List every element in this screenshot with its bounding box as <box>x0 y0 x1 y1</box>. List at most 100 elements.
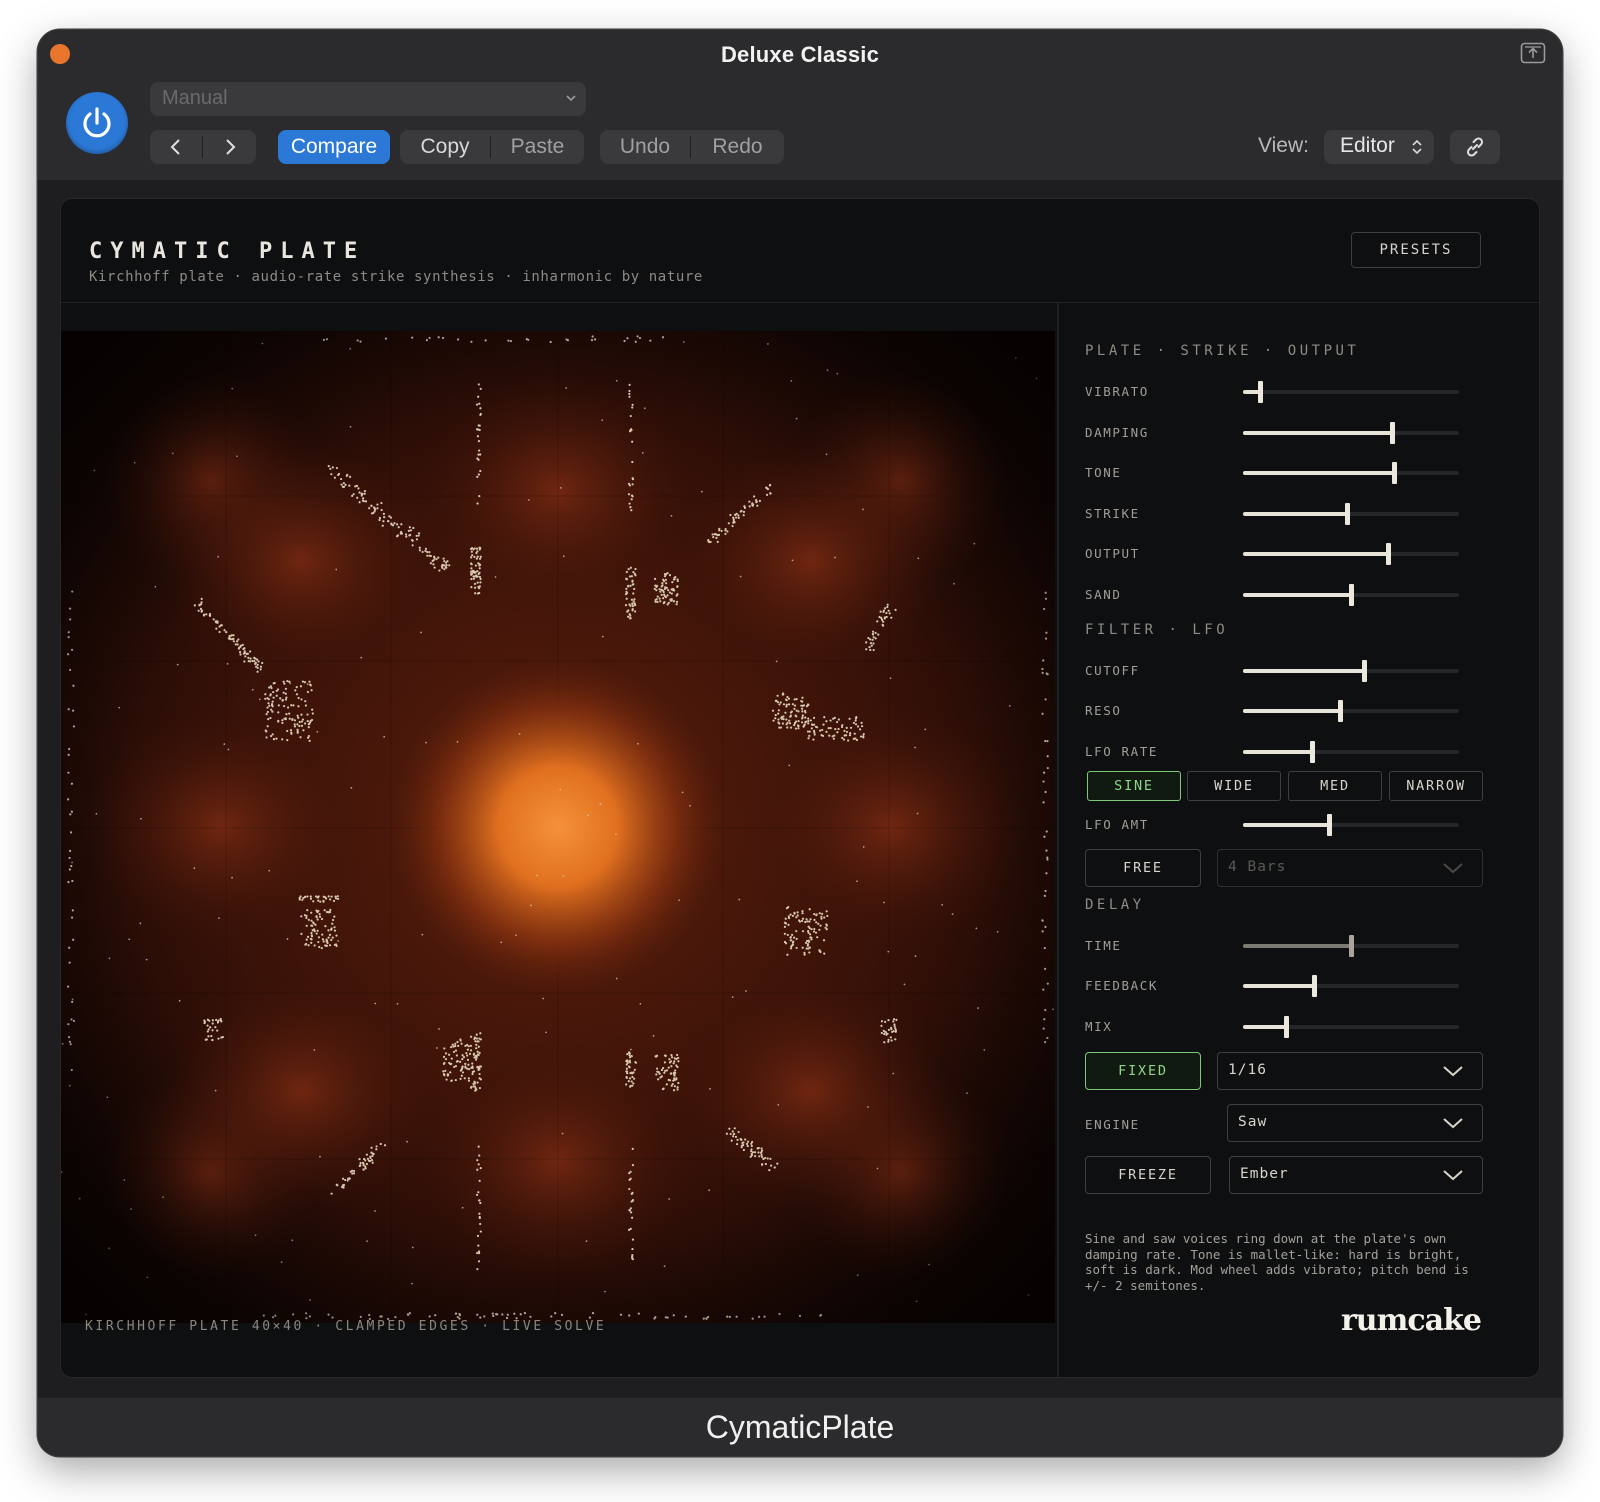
previous-preset-button[interactable] <box>150 130 202 164</box>
slider-track[interactable] <box>1243 814 1459 836</box>
slider-thumb[interactable] <box>1392 462 1397 484</box>
plugin-name: CymaticPlate <box>705 1408 895 1445</box>
link-button[interactable] <box>1450 130 1500 164</box>
slider-strike[interactable]: STRIKE <box>1085 503 1481 525</box>
chevron-down-icon <box>1443 1066 1463 1077</box>
slider-thumb[interactable] <box>1258 381 1263 403</box>
lfo-shape-wide[interactable]: WIDE <box>1187 771 1281 801</box>
preset-select-value: Manual <box>162 87 228 109</box>
slider-label: CUTOFF <box>1085 663 1140 678</box>
plugin-name-bar: CymaticPlate <box>38 1398 1562 1456</box>
link-icon <box>1466 137 1484 157</box>
slider-track[interactable] <box>1243 741 1459 763</box>
share-icon[interactable] <box>1520 42 1546 64</box>
slider-label: FEEDBACK <box>1085 978 1159 993</box>
slider-tone[interactable]: TONE <box>1085 462 1481 484</box>
slider-label: LFO RATE <box>1085 744 1159 759</box>
slider-thumb[interactable] <box>1349 935 1354 957</box>
slider-vibrato[interactable]: VIBRATO <box>1085 381 1481 403</box>
slider-label: LFO AMT <box>1085 817 1149 832</box>
slider-cutoff[interactable]: CUTOFF <box>1085 660 1481 682</box>
plate-visualizer-canvas <box>61 331 1055 1323</box>
slider-track[interactable] <box>1243 503 1459 525</box>
panel-divider <box>1057 303 1059 1377</box>
slider-track[interactable] <box>1243 1016 1459 1038</box>
delay-division-select[interactable]: 1/16 <box>1217 1052 1483 1090</box>
engine-value: Saw <box>1238 1114 1268 1130</box>
slider-label: RESO <box>1085 703 1122 718</box>
redo-button[interactable]: Redo <box>691 130 784 164</box>
slider-thumb[interactable] <box>1362 660 1367 682</box>
slider-reso[interactable]: RESO <box>1085 700 1481 722</box>
next-preset-button[interactable] <box>203 130 256 164</box>
slider-time[interactable]: TIME <box>1085 935 1481 957</box>
slider-damping[interactable]: DAMPING <box>1085 422 1481 444</box>
slider-label: OUTPUT <box>1085 546 1140 561</box>
presets-button[interactable]: PRESETS <box>1351 232 1481 268</box>
lfo-shape-sine[interactable]: SINE <box>1087 771 1181 801</box>
slider-mix[interactable]: MIX <box>1085 1016 1481 1038</box>
slider-label: SAND <box>1085 587 1122 602</box>
preset-select[interactable]: Manual <box>150 82 586 116</box>
power-icon <box>83 107 111 138</box>
slider-track[interactable] <box>1243 543 1459 565</box>
slider-thumb[interactable] <box>1312 975 1317 997</box>
slider-thumb[interactable] <box>1310 741 1315 763</box>
slider-track[interactable] <box>1243 462 1459 484</box>
slider-output[interactable]: OUTPUT <box>1085 543 1481 565</box>
undo-redo-group: Undo Redo <box>600 130 784 164</box>
slider-track[interactable] <box>1243 584 1459 606</box>
plugin-title: CYMATIC PLATE <box>89 239 366 264</box>
slider-thumb[interactable] <box>1338 700 1343 722</box>
plugin-window: Deluxe Classic Manual Compare Copy Paste… <box>38 30 1562 1456</box>
slider-thumb[interactable] <box>1349 584 1354 606</box>
title-bar: Deluxe Classic Manual Compare Copy Paste… <box>38 30 1562 180</box>
slider-sand[interactable]: SAND <box>1085 584 1481 606</box>
lfo-shape-med[interactable]: MED <box>1288 771 1382 801</box>
slider-lfo-rate[interactable]: LFO RATE <box>1085 741 1481 763</box>
compare-button[interactable]: Compare <box>278 130 390 164</box>
slider-thumb[interactable] <box>1327 814 1332 836</box>
slider-track[interactable] <box>1243 660 1459 682</box>
section-delay: DELAY <box>1085 897 1145 913</box>
lfo-sync-division-select[interactable]: 4 Bars <box>1217 849 1483 887</box>
palette-value: Ember <box>1240 1166 1289 1182</box>
section-filter-lfo: FILTER · LFO <box>1085 622 1229 638</box>
copy-button[interactable]: Copy <box>400 130 490 164</box>
slider-thumb[interactable] <box>1390 422 1395 444</box>
paste-button[interactable]: Paste <box>491 130 584 164</box>
lfo-sync-free-button[interactable]: FREE <box>1085 849 1201 887</box>
slider-track[interactable] <box>1243 381 1459 403</box>
plugin-editor: CYMATIC PLATE Kirchhoff plate · audio-ra… <box>60 198 1540 1378</box>
plate-visualizer[interactable] <box>61 331 1055 1323</box>
lfo-shape-narrow[interactable]: NARROW <box>1389 771 1483 801</box>
view-label: View: <box>1258 134 1309 157</box>
power-button[interactable] <box>66 92 128 154</box>
freeze-button[interactable]: FREEZE <box>1085 1156 1211 1194</box>
slider-track[interactable] <box>1243 935 1459 957</box>
undo-button[interactable]: Undo <box>600 130 690 164</box>
slider-track[interactable] <box>1243 700 1459 722</box>
slider-track[interactable] <box>1243 422 1459 444</box>
slider-thumb[interactable] <box>1345 503 1350 525</box>
slider-label: TONE <box>1085 465 1122 480</box>
palette-select[interactable]: Ember <box>1229 1156 1483 1194</box>
engine-select[interactable]: Saw <box>1227 1104 1483 1142</box>
visualizer-caption: KIRCHHOFF PLATE 40×40 · CLAMPED EDGES · … <box>85 1319 607 1334</box>
delay-sync-fixed-button[interactable]: FIXED <box>1085 1052 1201 1090</box>
slider-track[interactable] <box>1243 975 1459 997</box>
brand-logo: rumcake <box>1341 1303 1482 1338</box>
slider-thumb[interactable] <box>1386 543 1391 565</box>
slider-feedback[interactable]: FEEDBACK <box>1085 975 1481 997</box>
slider-lfo-amt[interactable]: LFO AMT <box>1085 814 1481 836</box>
slider-label: MIX <box>1085 1019 1113 1034</box>
view-select[interactable]: Editor <box>1324 130 1434 164</box>
slider-label: DAMPING <box>1085 425 1149 440</box>
engine-label: ENGINE <box>1085 1117 1140 1132</box>
header-divider <box>61 302 1539 303</box>
chevron-down-icon <box>1443 1118 1463 1129</box>
slider-label: VIBRATO <box>1085 384 1149 399</box>
plugin-subtitle: Kirchhoff plate · audio-rate strike synt… <box>89 269 703 285</box>
slider-thumb[interactable] <box>1284 1016 1289 1038</box>
lfo-sync-division-value: 4 Bars <box>1228 859 1287 875</box>
